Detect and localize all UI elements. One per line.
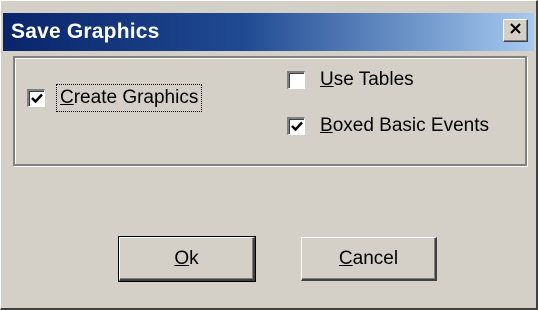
boxed-basic-events-mnemonic: B	[320, 115, 333, 136]
boxed-basic-events-label-text: oxed Basic Events	[332, 115, 489, 136]
close-icon	[509, 22, 522, 40]
boxed-basic-events-label[interactable]: Boxed Basic Events	[317, 113, 492, 139]
create-graphics-label-text: reate Graphics	[73, 87, 199, 108]
use-tables-label[interactable]: Use Tables	[317, 67, 417, 93]
create-graphics-checkbox[interactable]: Create Graphics	[27, 84, 203, 112]
ok-mnemonic: O	[174, 247, 190, 269]
use-tables-mnemonic: U	[320, 69, 334, 90]
title-bar[interactable]: Save Graphics	[3, 13, 534, 51]
use-tables-checkbox[interactable]: Use Tables	[287, 67, 417, 93]
cancel-button[interactable]: Cancel	[301, 237, 437, 281]
create-graphics-mnemonic: C	[60, 87, 74, 108]
save-graphics-dialog: Save Graphics Create Graphics Use Tables	[0, 0, 538, 310]
cancel-mnemonic: C	[338, 247, 353, 269]
use-tables-label-text: se Tables	[333, 69, 414, 90]
use-tables-box[interactable]	[287, 71, 305, 89]
checkmark-icon	[30, 93, 43, 103]
ok-label-text: k	[189, 247, 199, 269]
create-graphics-box[interactable]	[27, 89, 45, 107]
create-graphics-label[interactable]: Create Graphics	[55, 84, 203, 112]
checkmark-icon	[290, 121, 303, 131]
ok-button[interactable]: Ok	[118, 236, 256, 282]
options-group	[13, 56, 527, 166]
boxed-basic-events-box[interactable]	[287, 117, 305, 135]
boxed-basic-events-checkbox[interactable]: Boxed Basic Events	[287, 113, 492, 139]
window-title: Save Graphics	[11, 20, 160, 43]
close-button[interactable]	[503, 19, 528, 42]
cancel-label-text: ancel	[352, 247, 399, 269]
